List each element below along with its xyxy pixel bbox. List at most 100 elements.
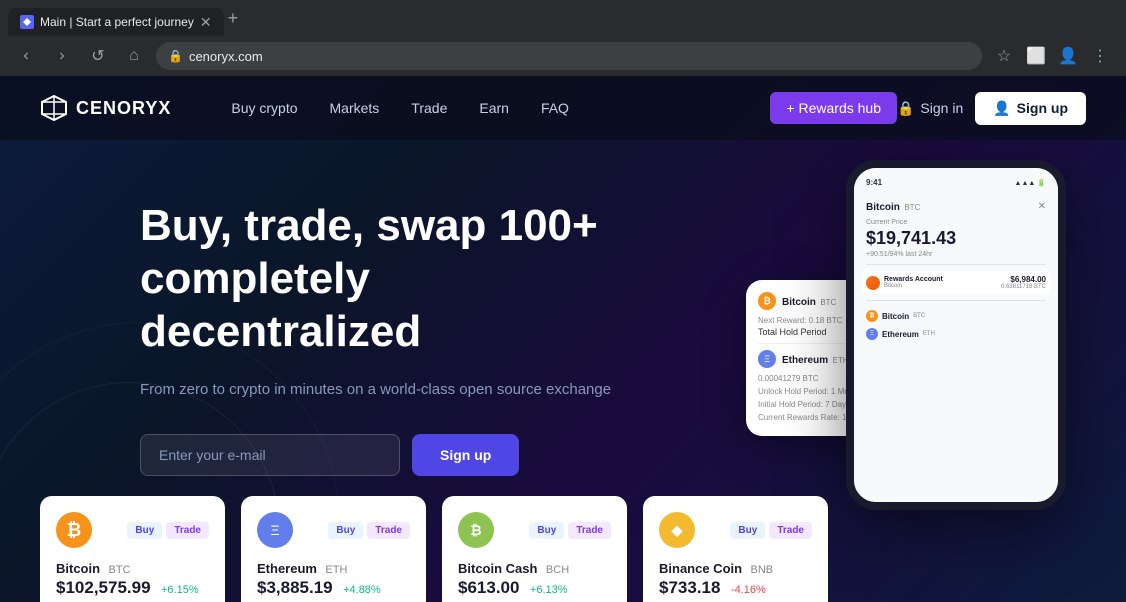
eth-card-actions: Buy Trade <box>328 522 410 539</box>
bnb-change: -4.16% <box>731 584 766 596</box>
phone-btc-sym: BTC <box>913 313 925 319</box>
phone-price-change: +90.51/94% last 24hr <box>862 251 1050 258</box>
phone-eth-icon: Ξ <box>866 328 878 340</box>
phone-price-label: Current Price <box>862 219 1050 226</box>
eth-price-row: $3,885.19 +4.88% <box>257 578 410 598</box>
eth-buy-button[interactable]: Buy <box>328 522 363 539</box>
btc-price: $102,575.99 <box>56 578 151 597</box>
nav-faq[interactable]: FAQ <box>541 100 569 116</box>
hero-signup-button[interactable]: Sign up <box>412 434 519 476</box>
phone-time: 9:41 <box>866 178 882 187</box>
hero-content: Buy, trade, swap 100+ completely decentr… <box>140 200 640 476</box>
rewards-hub-button[interactable]: + Rewards hub <box>770 92 897 124</box>
profile-button[interactable]: 👤 <box>1054 42 1082 70</box>
nav-icons: ☆ ⬜ 👤 ⋮ <box>990 42 1114 70</box>
bch-card-name-row: Bitcoin Cash BCH <box>458 560 611 578</box>
new-tab-button[interactable]: + <box>228 8 239 29</box>
btc-card-sym: BTC <box>109 564 131 576</box>
phone-close-icon: ✕ <box>1038 201 1046 212</box>
btc-trade-button[interactable]: Trade <box>166 522 209 539</box>
bch-card-actions: Buy Trade <box>529 522 611 539</box>
nav-trade[interactable]: Trade <box>411 100 447 116</box>
bnb-card-name: Binance Coin <box>659 561 742 576</box>
eth-card-name: Ethereum <box>257 561 317 576</box>
btc-sym: BTC <box>820 298 836 307</box>
menu-button[interactable]: ⋮ <box>1086 42 1114 70</box>
eth-card-sym: ETH <box>325 564 347 576</box>
phone-rewards-label: Rewards Account <box>884 276 943 283</box>
card-top-bch: ₿ Buy Trade <box>458 512 611 548</box>
phone-coin-sym: BTC <box>904 203 920 212</box>
card-top-bnb: ◆ Buy Trade <box>659 512 812 548</box>
bch-card-sym: BCH <box>546 564 569 576</box>
browser-tab-bar: Main | Start a perfect journey ✕ + <box>0 0 1126 36</box>
nav-markets[interactable]: Markets <box>330 100 380 116</box>
crypto-cards-section: ₿ Buy Trade Bitcoin BTC $102,575.99 +6.1… <box>0 496 1126 602</box>
bnb-price-row: $733.18 -4.16% <box>659 578 812 598</box>
hero-subtitle: From zero to crypto in minutes on a worl… <box>140 378 640 402</box>
phone-coin-header: Bitcoin BTC ✕ <box>862 193 1050 219</box>
btc-card-actions: Buy Trade <box>127 522 209 539</box>
phone-btc-row: ₿ Bitcoin BTC <box>862 307 1050 325</box>
logo-text: CENORYX <box>76 98 171 119</box>
card-top-btc: ₿ Buy Trade <box>56 512 209 548</box>
phone-eth-row: Ξ Ethereum ETH <box>862 325 1050 343</box>
phone-divider-1 <box>866 264 1046 265</box>
forward-button[interactable]: › <box>48 42 76 70</box>
hero-section: Buy, trade, swap 100+ completely decentr… <box>0 140 1126 476</box>
bookmark-button[interactable]: ☆ <box>990 42 1018 70</box>
nav-links: Buy crypto Markets Trade Earn FAQ <box>231 100 770 116</box>
btc-buy-button[interactable]: Buy <box>127 522 162 539</box>
tab-close-button[interactable]: ✕ <box>200 15 212 29</box>
bch-coin-icon: ₿ <box>458 512 494 548</box>
extensions-button[interactable]: ⬜ <box>1022 42 1050 70</box>
crypto-card-eth: Ξ Buy Trade Ethereum ETH $3,885.19 +4.88… <box>241 496 426 602</box>
signup-button[interactable]: 👤 Sign up <box>975 92 1086 125</box>
bnb-trade-button[interactable]: Trade <box>769 522 812 539</box>
phone-top-bar: 9:41 ▲▲▲ 🔋 <box>862 176 1050 189</box>
hero-form: Sign up <box>140 434 640 476</box>
phone-eth-sym: ETH <box>923 331 935 337</box>
phone-rewards-amount: $6,984.00 <box>1001 275 1046 284</box>
page-content: CENORYX Buy crypto Markets Trade Earn FA… <box>0 76 1126 602</box>
signin-button[interactable]: 🔒 Sign in <box>897 100 963 117</box>
phone-coin-name: Bitcoin <box>866 202 900 213</box>
phone-price: $19,741.43 <box>862 226 1050 251</box>
crypto-card-bch: ₿ Buy Trade Bitcoin Cash BCH $613.00 +6.… <box>442 496 627 602</box>
bnb-buy-button[interactable]: Buy <box>730 522 765 539</box>
bch-card-name: Bitcoin Cash <box>458 561 537 576</box>
bch-change: +6.13% <box>530 584 568 596</box>
nav-earn[interactable]: Earn <box>479 100 509 116</box>
home-button[interactable]: ⌂ <box>120 42 148 70</box>
phone-rewards-row: Rewards Account Bitcoin $6,984.00 0.6381… <box>862 271 1050 294</box>
bch-price: $613.00 <box>458 578 519 597</box>
eth-trade-button[interactable]: Trade <box>367 522 410 539</box>
btc-name: Bitcoin <box>782 297 816 308</box>
btc-change: +6.15% <box>161 584 199 596</box>
eth-name: Ethereum <box>782 355 828 366</box>
phone-eth-label: Ethereum <box>882 330 919 339</box>
back-button[interactable]: ‹ <box>12 42 40 70</box>
btc-card-name-row: Bitcoin BTC <box>56 560 209 578</box>
address-bar[interactable]: 🔒 cenoryx.com <box>156 42 982 70</box>
logo[interactable]: CENORYX <box>40 94 171 122</box>
hero-title: Buy, trade, swap 100+ completely decentr… <box>140 200 640 358</box>
lock-icon: 🔒 <box>168 49 183 63</box>
phone-btc-icon: ₿ <box>866 310 878 322</box>
browser-tab[interactable]: Main | Start a perfect journey ✕ <box>8 8 224 36</box>
bnb-card-sym: BNB <box>751 564 774 576</box>
btc-icon: ₿ <box>758 292 776 310</box>
btc-price-row: $102,575.99 +6.15% <box>56 578 209 598</box>
bch-buy-button[interactable]: Buy <box>529 522 564 539</box>
eth-coin-icon: Ξ <box>257 512 293 548</box>
nav-actions: 🔒 Sign in 👤 Sign up <box>897 92 1086 125</box>
phone-rewards-icon <box>866 276 880 290</box>
logo-icon <box>40 94 68 122</box>
bch-trade-button[interactable]: Trade <box>568 522 611 539</box>
email-input[interactable] <box>140 434 400 476</box>
navbar: CENORYX Buy crypto Markets Trade Earn FA… <box>0 76 1126 140</box>
card-top-eth: Ξ Buy Trade <box>257 512 410 548</box>
nav-buy-crypto[interactable]: Buy crypto <box>231 100 297 116</box>
refresh-button[interactable]: ↺ <box>84 42 112 70</box>
bnb-card-actions: Buy Trade <box>730 522 812 539</box>
